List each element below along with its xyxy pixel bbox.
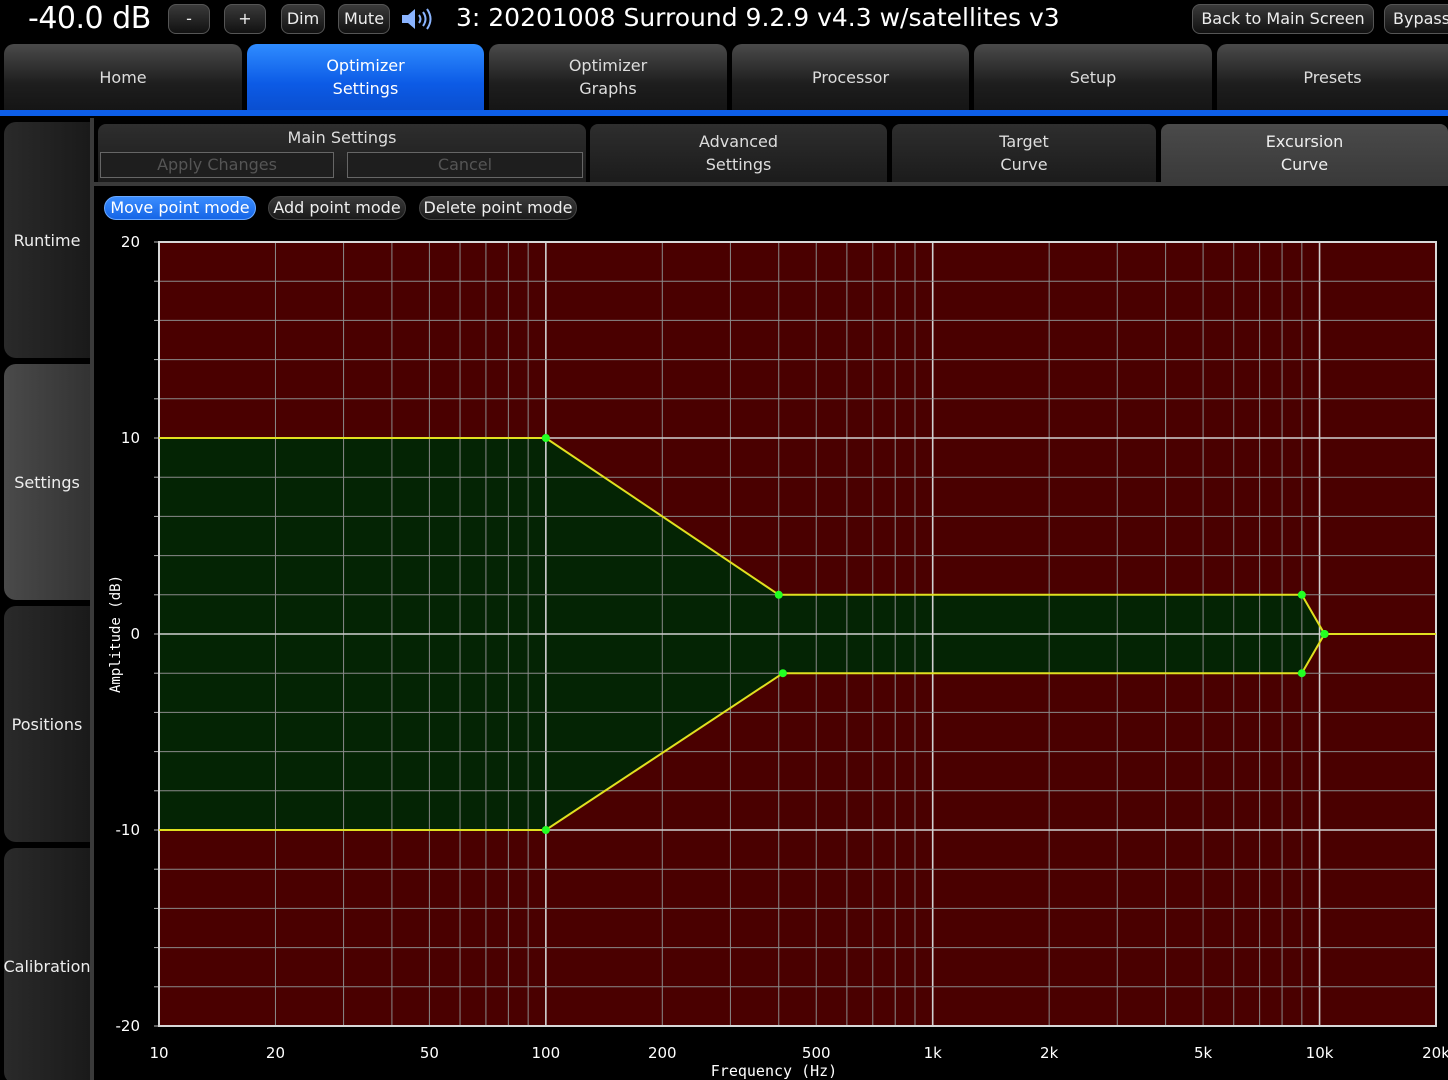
volume-down-button[interactable]: -: [168, 4, 210, 34]
control-point[interactable]: [778, 669, 787, 678]
control-point[interactable]: [541, 434, 550, 442]
y-tick-label: 10: [121, 429, 140, 447]
delete-point-mode-button[interactable]: Delete point mode: [419, 196, 577, 220]
tab-optimizer-graphs[interactable]: Optimizer Graphs: [489, 44, 727, 110]
dim-button[interactable]: Dim: [281, 4, 325, 34]
side-tab-runtime[interactable]: Runtime: [4, 122, 90, 358]
y-axis-label: Amplitude (dB): [108, 575, 124, 693]
preset-title: 3: 20201008 Surround 9.2.9 v4.3 w/satell…: [456, 3, 1060, 32]
speaker-icon[interactable]: [400, 6, 436, 32]
control-point[interactable]: [774, 590, 783, 599]
y-tick-label: -10: [116, 821, 141, 839]
volume-up-button[interactable]: +: [224, 4, 266, 34]
x-tick-label: 200: [648, 1044, 677, 1062]
side-tab-calibration[interactable]: Calibration: [3, 848, 91, 1080]
control-point[interactable]: [1297, 669, 1306, 678]
y-tick-label: 20: [121, 233, 140, 251]
tab-target-curve[interactable]: Target Curve: [892, 124, 1156, 182]
tab-advanced-settings[interactable]: Advanced Settings: [590, 124, 887, 182]
main-tab-bar: Home Optimizer Settings Optimizer Graphs…: [0, 44, 1448, 110]
y-tick-label: 0: [130, 625, 140, 643]
tab-setup[interactable]: Setup: [974, 44, 1212, 110]
tab-processor[interactable]: Processor: [732, 44, 969, 110]
volume-readout: -40.0 dB: [28, 1, 151, 36]
tab-presets[interactable]: Presets: [1217, 44, 1448, 110]
bypass-button[interactable]: Bypass: [1384, 4, 1448, 34]
main-settings-label: Main Settings: [287, 128, 397, 147]
apply-changes-button[interactable]: Apply Changes: [100, 152, 334, 178]
x-axis-label: Frequency (Hz): [711, 1062, 837, 1080]
side-tab-settings[interactable]: Settings: [4, 364, 90, 600]
control-point[interactable]: [1297, 590, 1306, 599]
tab-accent-line: [0, 110, 1448, 116]
x-tick-label: 10k: [1306, 1044, 1334, 1062]
control-point[interactable]: [1320, 630, 1329, 638]
side-tab-positions[interactable]: Positions: [4, 606, 90, 842]
tab-optimizer-settings[interactable]: Optimizer Settings: [247, 44, 484, 110]
top-bar: -40.0 dB - + Dim Mute 3: 20201008 Surrou…: [0, 0, 1448, 40]
tab-excursion-curve[interactable]: Excursion Curve: [1161, 124, 1448, 182]
add-point-mode-button[interactable]: Add point mode: [268, 196, 406, 220]
x-tick-label: 1k: [924, 1044, 943, 1062]
x-tick-label: 20k: [1422, 1044, 1448, 1062]
move-point-mode-button[interactable]: Move point mode: [104, 196, 256, 220]
sub-tab-strip: [94, 182, 1448, 186]
x-tick-label: 10: [149, 1044, 168, 1062]
x-tick-label: 5k: [1194, 1044, 1213, 1062]
x-tick-label: 50: [420, 1044, 439, 1062]
x-tick-label: 20: [266, 1044, 285, 1062]
x-tick-label: 2k: [1040, 1044, 1059, 1062]
x-tick-label: 500: [802, 1044, 831, 1062]
mute-button[interactable]: Mute: [338, 4, 390, 34]
x-tick-label: 100: [532, 1044, 561, 1062]
back-to-main-screen-button[interactable]: Back to Main Screen: [1192, 4, 1374, 34]
y-tick-label: -20: [116, 1017, 141, 1035]
cancel-button[interactable]: Cancel: [347, 152, 583, 178]
excursion-curve-chart[interactable]: 10 20 50 100 200 500 1k 2k 5k 10k 20k 20100-10-20 …: [94, 226, 1448, 1080]
tab-home[interactable]: Home: [4, 44, 242, 110]
control-point[interactable]: [541, 826, 550, 834]
main-settings-panel: Main Settings Apply Changes Cancel: [98, 124, 586, 182]
